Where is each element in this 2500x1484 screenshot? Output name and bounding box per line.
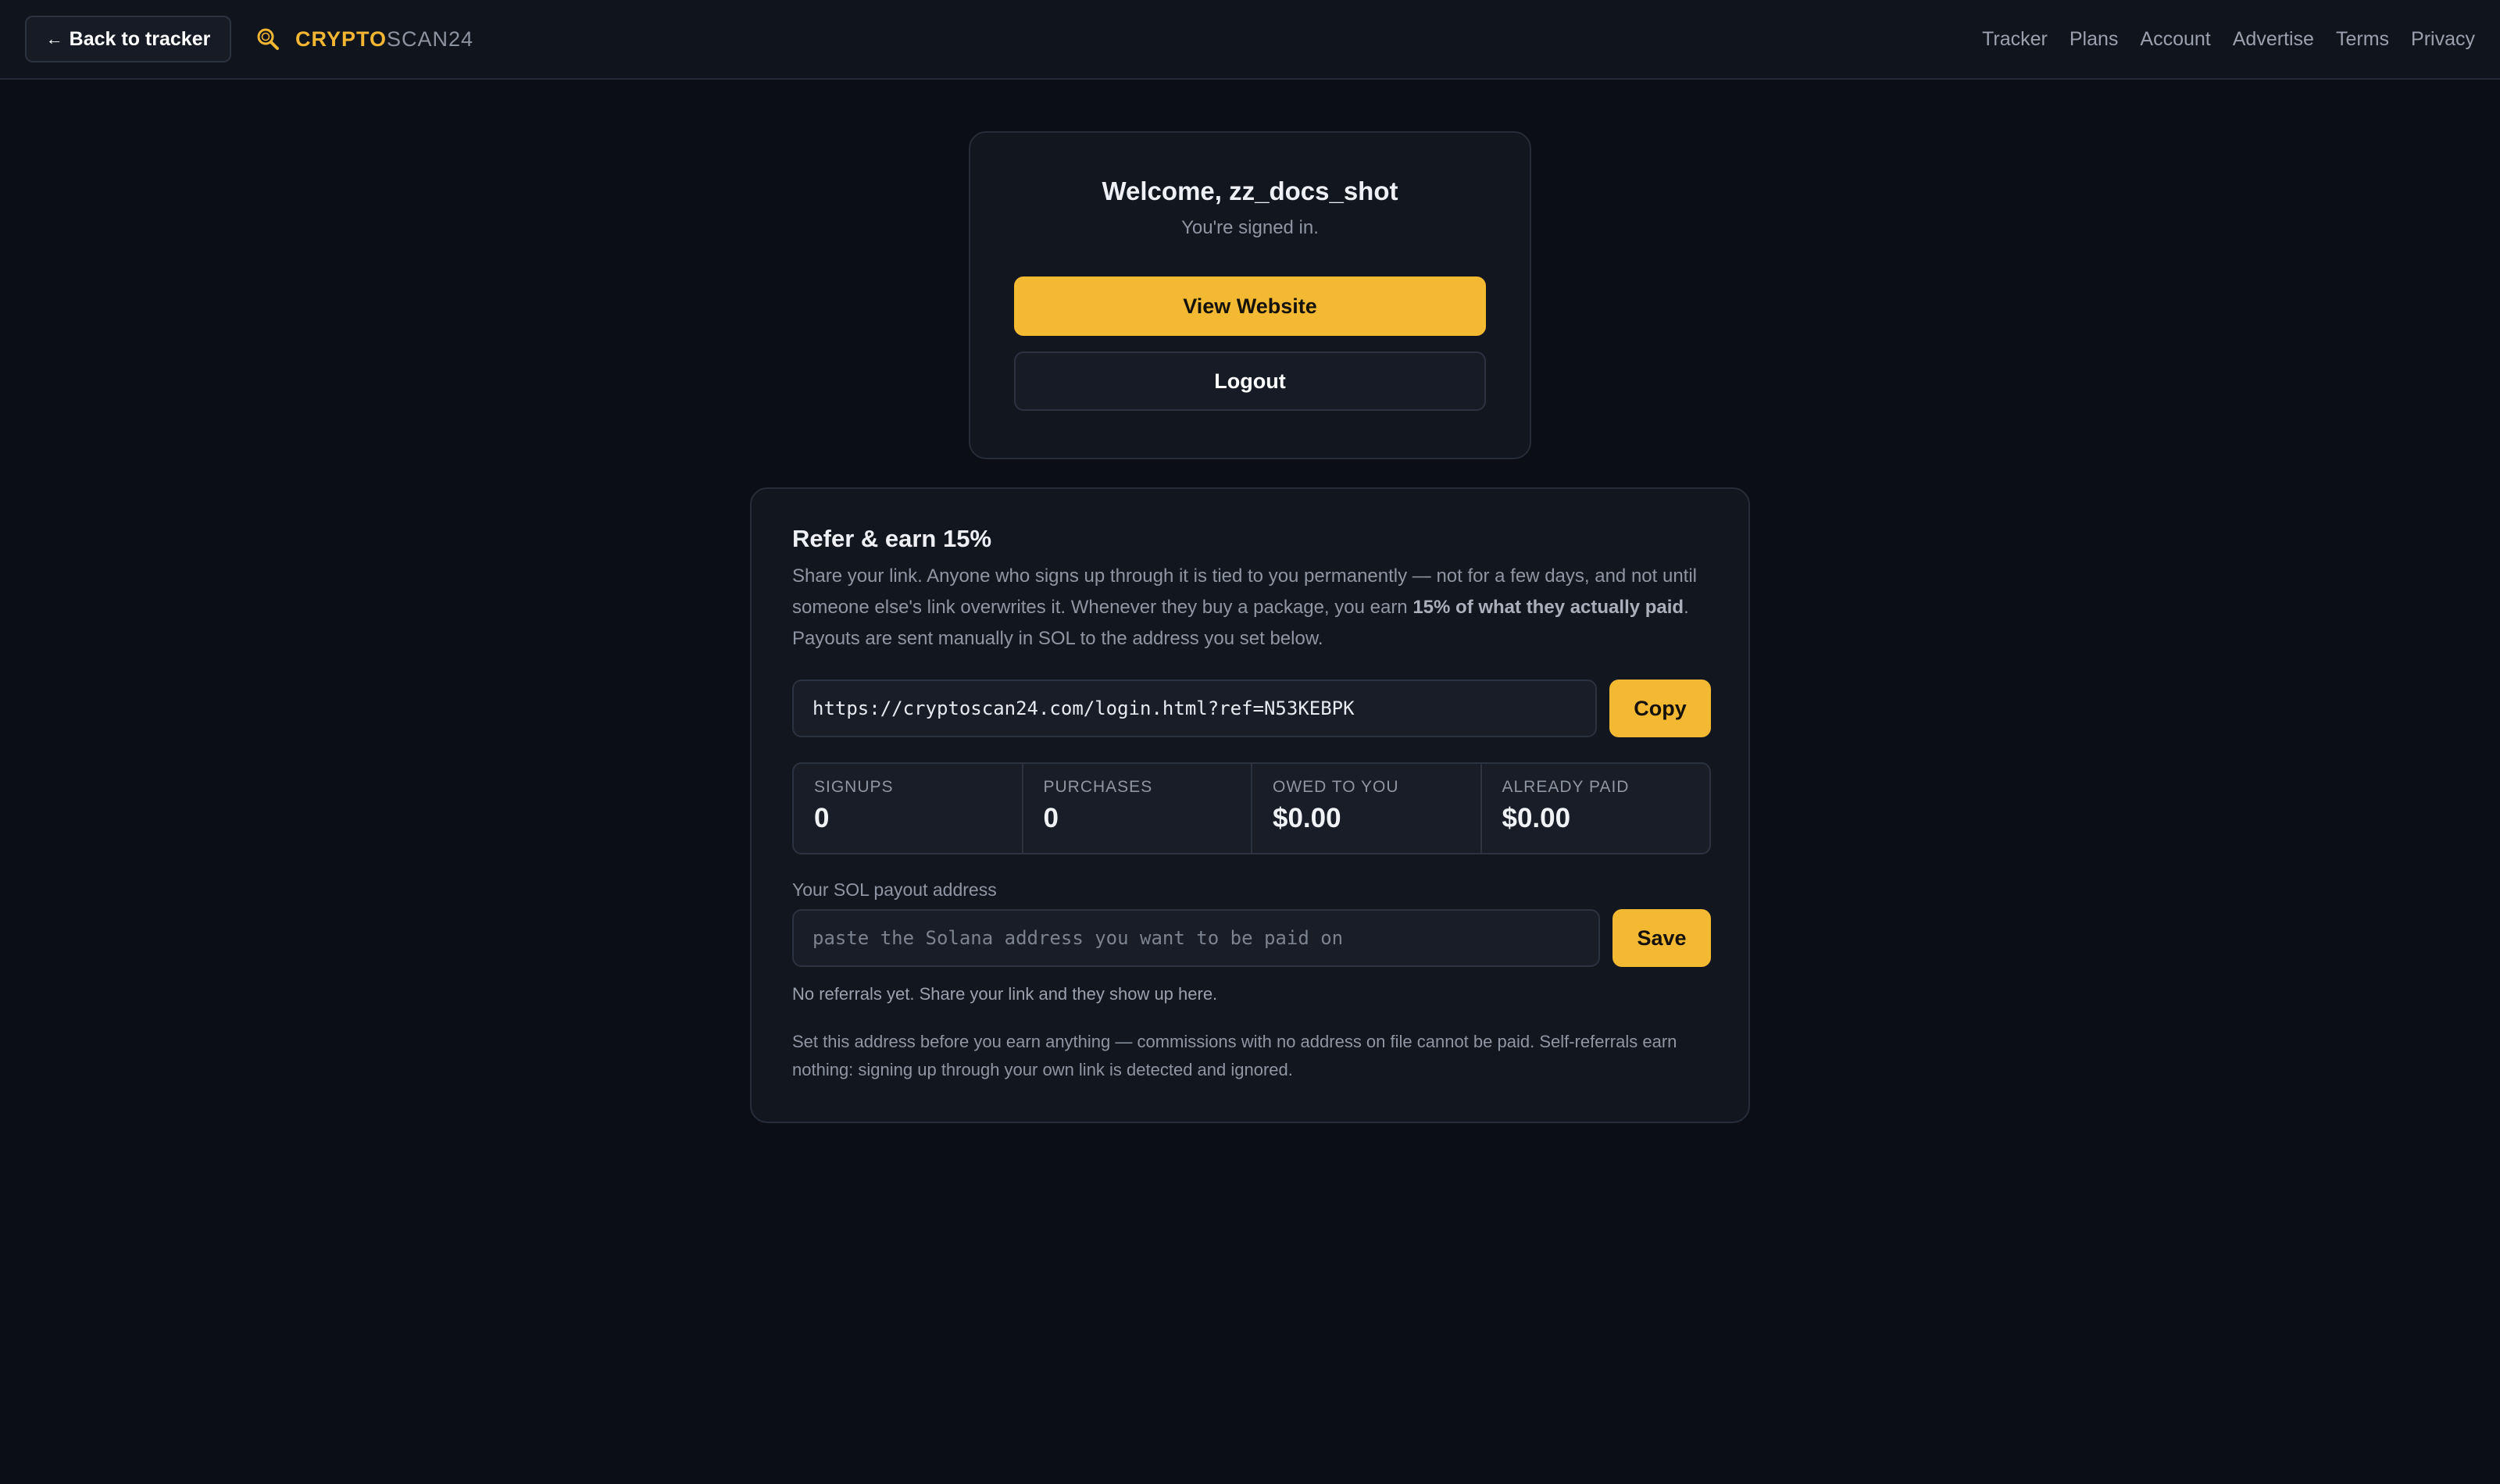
stat-owed: OWED TO YOU $0.00: [1252, 764, 1482, 853]
logout-button[interactable]: Logout: [1014, 351, 1486, 411]
back-button-label: Back to tracker: [69, 27, 211, 50]
nav-tracker[interactable]: Tracker: [1982, 28, 2048, 51]
nav-account[interactable]: Account: [2140, 28, 2210, 51]
referral-description: Share your link. Anyone who signs up thr…: [792, 565, 1697, 649]
arrow-left-icon: ←: [45, 29, 63, 48]
no-referrals-message: No referrals yet. Share your link and th…: [792, 984, 1218, 1004]
stat-purchases: PURCHASES 0: [1023, 764, 1252, 853]
welcome-card: Welcome, zz_docs_shot You're signed in. …: [969, 131, 1531, 459]
brand[interactable]: CRYPTOSCAN24: [255, 22, 473, 56]
sol-address-label: Your SOL payout address: [792, 879, 997, 900]
sol-address-input[interactable]: [792, 909, 1600, 967]
top-bar: ← Back to tracker CRYPTOSCAN24 Tracker P…: [0, 0, 2500, 80]
payout-note: Set this address before you earn anythin…: [792, 1032, 1677, 1079]
main-nav: Tracker Plans Account Advertise Terms Pr…: [1982, 23, 2475, 55]
referral-card: Refer & earn 15% Share your link. Anyone…: [750, 487, 1750, 1123]
magnifier-coin-icon: [257, 28, 279, 50]
stat-paid: ALREADY PAID $0.00: [1502, 778, 1630, 833]
stat-signups: SIGNUPS 0: [794, 764, 1023, 853]
referral-title: Refer & earn 15%: [792, 525, 992, 552]
nav-terms[interactable]: Terms: [2336, 28, 2389, 51]
save-button[interactable]: Save: [1612, 909, 1711, 967]
nav-advertise[interactable]: Advertise: [2233, 28, 2314, 51]
referral-link-field[interactable]: https://cryptoscan24.com/login.html?ref=…: [792, 680, 1597, 737]
signed-in-status: You're signed in.: [1181, 217, 1319, 238]
nav-plans[interactable]: Plans: [2070, 28, 2119, 51]
referral-stats: SIGNUPS 0 PURCHASES 0 OWED TO YOU $0.00 …: [792, 762, 1711, 854]
copy-button[interactable]: Copy: [1609, 680, 1711, 737]
welcome-title: Welcome, zz_docs_shot: [1102, 177, 1398, 205]
nav-privacy[interactable]: Privacy: [2411, 28, 2475, 51]
view-website-button[interactable]: View Website: [1014, 276, 1486, 336]
brand-name: CRYPTOSCAN24: [295, 27, 474, 51]
back-to-tracker-button[interactable]: ← Back to tracker: [25, 16, 231, 62]
